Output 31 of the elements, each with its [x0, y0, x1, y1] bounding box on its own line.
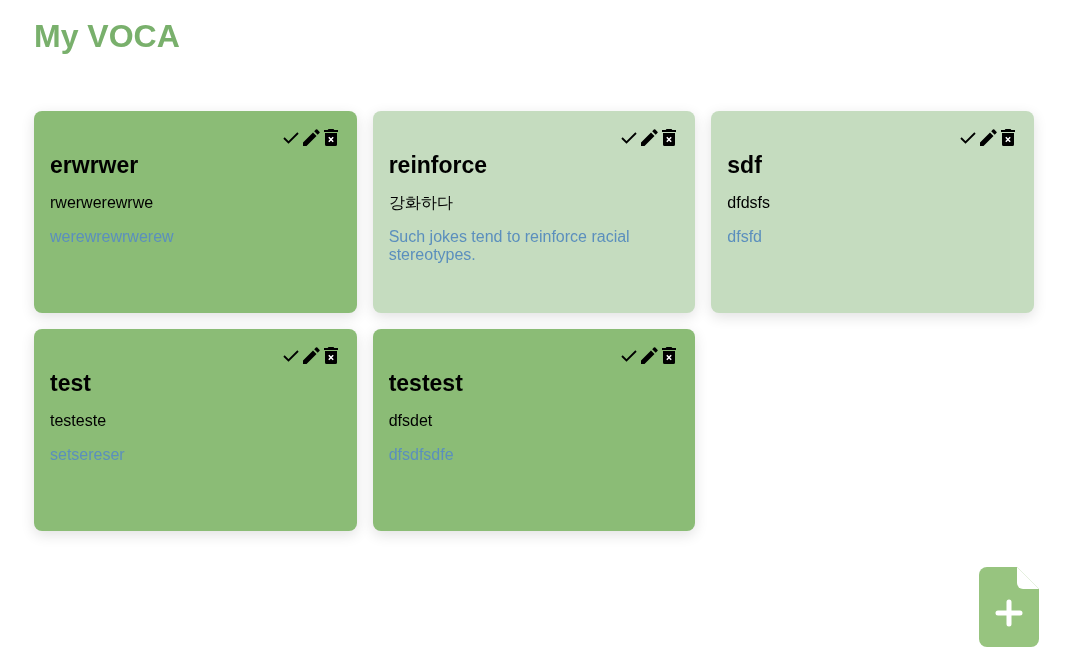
example-sentence: Such jokes tend to reinforce racial stereotypes. — [388, 228, 631, 264]
trash-icon[interactable] — [662, 347, 677, 364]
pencil-icon[interactable] — [980, 129, 997, 146]
meaning-text: testeste — [50, 411, 108, 431]
trash-icon[interactable] — [323, 129, 338, 146]
example-sentence: dfsdfsdfe — [388, 446, 455, 464]
pencil-icon[interactable] — [641, 347, 659, 364]
page-title: My VOCA — [34, 17, 180, 56]
meaning-text: 강화하다 — [388, 193, 454, 213]
trash-icon[interactable] — [323, 347, 338, 364]
meaning-text: rwerwerewrwe — [50, 193, 155, 213]
word-text: testest — [388, 369, 464, 398]
word-text: reinforce — [388, 151, 489, 180]
pencil-icon[interactable] — [302, 347, 320, 364]
pencil-icon[interactable] — [641, 129, 659, 146]
check-icon[interactable] — [282, 131, 299, 144]
example-sentence: setsereser — [50, 446, 126, 464]
check-icon[interactable] — [282, 349, 299, 362]
trash-icon[interactable] — [1001, 129, 1015, 146]
check-icon[interactable] — [621, 349, 638, 362]
pencil-icon[interactable] — [302, 129, 320, 146]
word-text: sdf — [727, 151, 763, 180]
meaning-text: dfsdet — [388, 411, 434, 431]
word-text: test — [50, 369, 92, 398]
trash-icon[interactable] — [662, 129, 677, 146]
check-icon[interactable] — [960, 131, 976, 144]
example-sentence: dfsfd — [727, 228, 763, 246]
meaning-text: dfdsfs — [727, 193, 771, 213]
word-text: erwrwer — [50, 151, 140, 180]
check-icon[interactable] — [621, 131, 638, 144]
example-sentence: werewrewrwerew — [50, 228, 175, 246]
